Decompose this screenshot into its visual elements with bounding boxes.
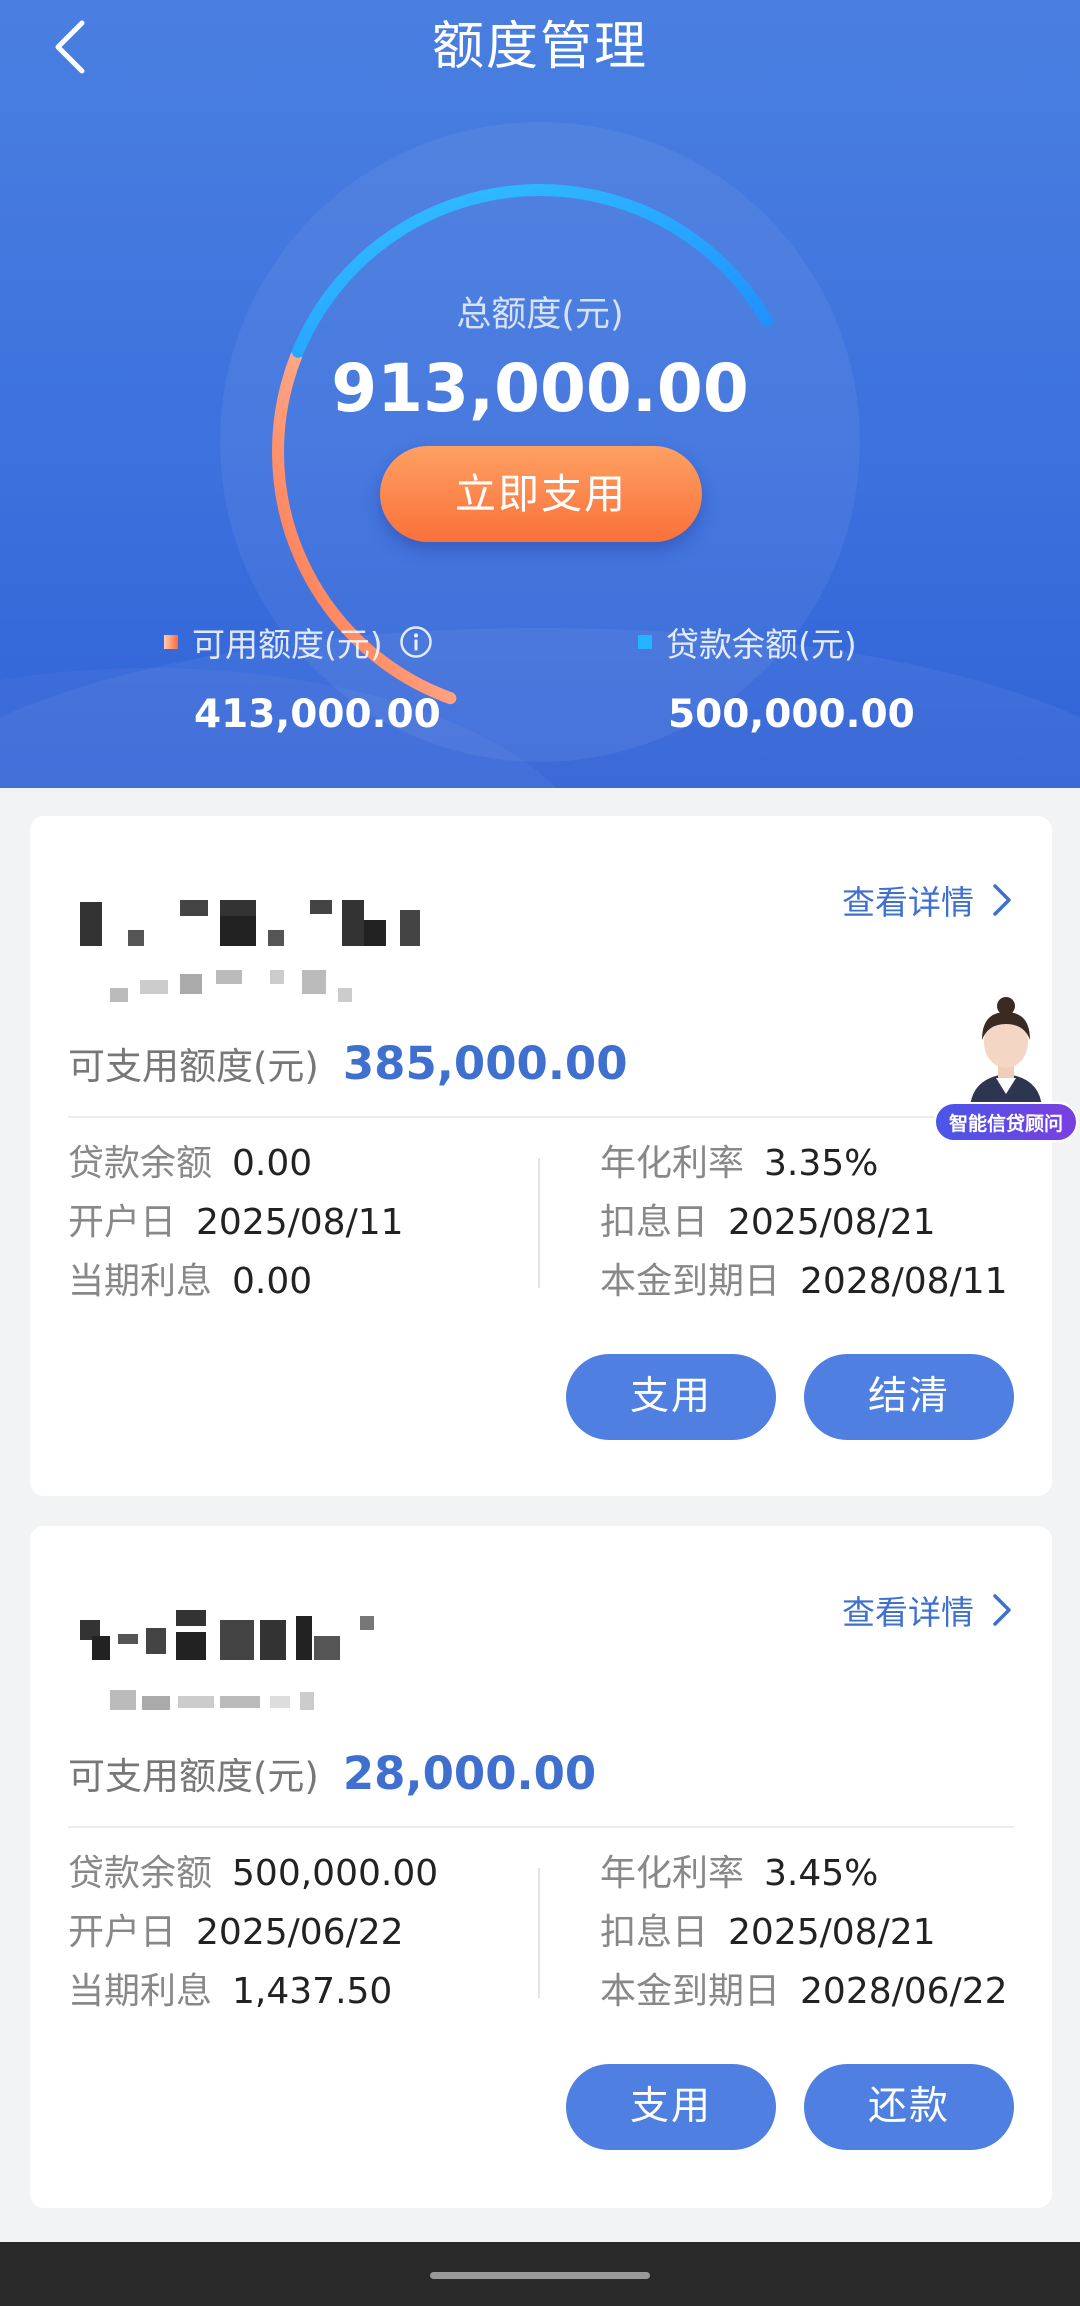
field-value: 2028/08/11 [800,1261,1008,1302]
draw-button[interactable]: 支用 [566,2064,776,2150]
home-indicator[interactable] [430,2272,650,2279]
field-label: 年化利率 [600,1853,745,1894]
loan-balance-label: 贷款余额(元) [666,625,857,664]
interest-date-row: 扣息日 2025/08/21 [600,1193,1008,1252]
chevron-right-icon [993,1594,1011,1626]
available-quota-amount: 413,000.00 [194,692,441,737]
view-details-link[interactable]: 查看详情 [842,1586,1012,1634]
open-date-row: 开户日 2025/08/11 [68,1193,404,1252]
field-label: 扣息日 [600,1912,709,1953]
interest-date-row: 扣息日 2025/08/21 [600,1903,1008,1962]
field-label: 贷款余额 [68,1143,213,1184]
available-legend-dot [164,635,178,649]
field-value: 0.00 [232,1143,313,1184]
current-interest-row: 当期利息 0.00 [68,1252,404,1311]
field-value: 1,437.50 [232,1971,393,2012]
available-quota-label: 可用额度(元) [192,625,383,664]
total-quota-label: 总额度(元) [456,295,624,335]
available-amount-row: 可支用额度(元) 28,000.00 [68,1746,596,1800]
draw-button[interactable]: 支用 [566,1354,776,1440]
maturity-date-row: 本金到期日 2028/06/22 [600,1962,1008,2021]
loan-balance-row: 贷款余额 500,000.00 [68,1844,438,1903]
available-amount-value: 385,000.00 [342,1037,628,1090]
chevron-right-icon [993,884,1011,916]
field-value: 2025/08/21 [728,1912,936,1953]
field-value: 3.35% [764,1143,879,1184]
field-value: 2025/06/22 [196,1912,404,1953]
annual-rate-row: 年化利率 3.45% [600,1844,1008,1903]
loan-balance-amount: 500,000.00 [668,692,915,737]
field-value: 500,000.00 [232,1853,439,1894]
loan-balance-row: 贷款余额 0.00 [68,1134,404,1193]
available-amount-label: 可支用额度(元) [68,1755,319,1798]
field-value: 2025/08/11 [196,1202,404,1243]
field-label: 贷款余额 [68,1853,213,1894]
field-label: 本金到期日 [600,1971,781,2012]
field-label: 本金到期日 [600,1261,781,1302]
quota-summary-header: 额度管理 总额度(元) 913,000.00 立即支用 可用额度(元) 413,… [0,0,1080,788]
loan-info-left: 贷款余额 500,000.00 开户日 2025/06/22 当期利息 1,43… [68,1844,438,2021]
info-icon[interactable] [399,625,433,659]
divider [68,1826,1014,1828]
redacted-product-name [80,900,420,1002]
divider [68,1116,1014,1118]
settle-button[interactable]: 结清 [804,1354,1014,1440]
view-details-label: 查看详情 [842,883,974,922]
available-amount-row: 可支用额度(元) 385,000.00 [68,1036,628,1090]
repay-button[interactable]: 还款 [804,2064,1014,2150]
current-interest-row: 当期利息 1,437.50 [68,1962,438,2021]
available-amount-value: 28,000.00 [342,1747,597,1800]
loan-info-right: 年化利率 3.45% 扣息日 2025/08/21 本金到期日 2028/06/… [600,1844,1008,2021]
view-details-label: 查看详情 [842,1593,974,1632]
available-amount-label: 可支用额度(元) [68,1045,319,1088]
available-quota-summary: 可用额度(元) 413,000.00 [164,618,441,737]
field-label: 扣息日 [600,1202,709,1243]
total-quota-amount: 913,000.00 [331,350,749,427]
field-label: 当期利息 [68,1261,213,1302]
field-value: 2025/08/21 [728,1202,936,1243]
credit-line-card: 查看详情 可支用额度(元) 385,000.00 贷款余额 0.00 开户日 2… [30,816,1052,1496]
vertical-divider [538,1158,540,1288]
field-label: 当期利息 [68,1971,213,2012]
field-value: 2028/06/22 [800,1971,1008,2012]
loan-balance-summary: 贷款余额(元) 500,000.00 [638,618,915,737]
credit-line-card: 查看详情 可支用额度(元) 28,000.00 贷款余额 500,000.00 … [30,1526,1052,2208]
vertical-divider [538,1868,540,1998]
use-now-button[interactable]: 立即支用 [380,446,702,542]
field-value: 0.00 [232,1261,313,1302]
field-label: 开户日 [68,1912,177,1953]
field-value: 3.45% [764,1853,879,1894]
smart-loan-advisor-button[interactable]: 智能信贷顾问 [932,990,1080,1146]
view-details-link[interactable]: 查看详情 [842,876,1012,924]
field-label: 开户日 [68,1202,177,1243]
loan-legend-dot [638,635,652,649]
loan-info-left: 贷款余额 0.00 开户日 2025/08/11 当期利息 0.00 [68,1134,404,1311]
field-label: 年化利率 [600,1143,745,1184]
redacted-product-name [80,1610,374,1710]
advisor-avatar-icon [970,997,1042,1108]
maturity-date-row: 本金到期日 2028/08/11 [600,1252,1008,1311]
loan-info-right: 年化利率 3.35% 扣息日 2025/08/21 本金到期日 2028/08/… [600,1134,1008,1311]
open-date-row: 开户日 2025/06/22 [68,1903,438,1962]
advisor-label: 智能信贷顾问 [934,1102,1078,1142]
